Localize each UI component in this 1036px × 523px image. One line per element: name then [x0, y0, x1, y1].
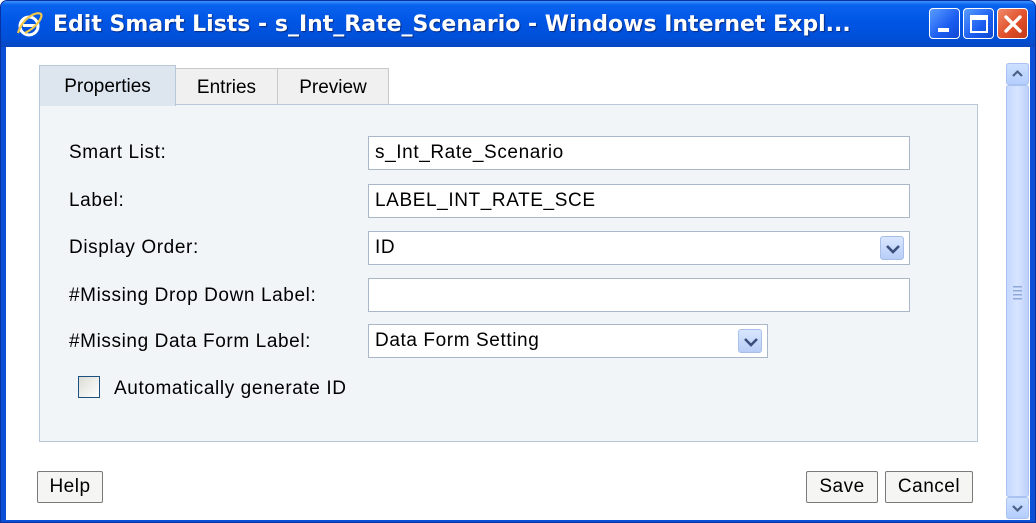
- minimize-button[interactable]: [929, 8, 960, 39]
- tab-properties[interactable]: Properties: [39, 65, 176, 106]
- scroll-up-button[interactable]: [1006, 63, 1029, 85]
- internet-explorer-icon: [16, 12, 43, 37]
- smart-list-input[interactable]: s_Int_Rate_Scenario: [368, 136, 910, 170]
- save-button[interactable]: Save: [806, 471, 878, 503]
- close-icon: [1004, 15, 1022, 33]
- dialog-content: Properties Entries Preview Smart List: s…: [6, 47, 1030, 520]
- missing-data-form-label: #Missing Data Form Label:: [69, 331, 312, 352]
- scroll-thumb[interactable]: [1006, 85, 1029, 497]
- window-title: Edit Smart Lists - s_Int_Rate_Scenario -…: [53, 12, 851, 37]
- missing-data-form-value: Data Form Setting: [375, 330, 540, 351]
- vertical-scrollbar[interactable]: [1006, 63, 1029, 519]
- maximize-button[interactable]: [963, 8, 994, 39]
- chevron-down-icon: [744, 338, 758, 347]
- label-field-label: Label:: [69, 190, 125, 211]
- title-bar[interactable]: Edit Smart Lists - s_Int_Rate_Scenario -…: [1, 1, 1035, 47]
- help-button[interactable]: Help: [37, 471, 103, 503]
- auto-generate-checkbox[interactable]: [78, 376, 100, 398]
- display-order-value: ID: [375, 237, 396, 258]
- missing-drop-down-input[interactable]: [368, 278, 910, 312]
- chevron-down-icon: [1012, 505, 1023, 513]
- close-button[interactable]: [997, 8, 1028, 39]
- missing-data-form-dropdown-button[interactable]: [738, 329, 762, 353]
- missing-drop-down-label: #Missing Drop Down Label:: [69, 285, 317, 306]
- browser-window: Edit Smart Lists - s_Int_Rate_Scenario -…: [0, 0, 1036, 523]
- scroll-down-button[interactable]: [1006, 497, 1029, 519]
- cancel-button[interactable]: Cancel: [885, 471, 973, 503]
- minimize-icon: [938, 28, 949, 32]
- grip-icon: [1013, 286, 1022, 300]
- missing-data-form-select[interactable]: Data Form Setting: [368, 324, 768, 358]
- smart-list-label: Smart List:: [69, 142, 167, 163]
- label-input[interactable]: LABEL_INT_RATE_SCE: [368, 184, 910, 218]
- maximize-icon: [970, 15, 988, 33]
- auto-generate-label: Automatically generate ID: [114, 378, 347, 399]
- display-order-select[interactable]: ID: [368, 231, 910, 265]
- chevron-down-icon: [886, 245, 900, 254]
- display-order-dropdown-button[interactable]: [880, 236, 904, 260]
- tab-entries[interactable]: Entries: [175, 68, 278, 105]
- chevron-up-icon: [1012, 69, 1023, 77]
- tab-preview[interactable]: Preview: [277, 68, 389, 105]
- display-order-label: Display Order:: [69, 237, 199, 258]
